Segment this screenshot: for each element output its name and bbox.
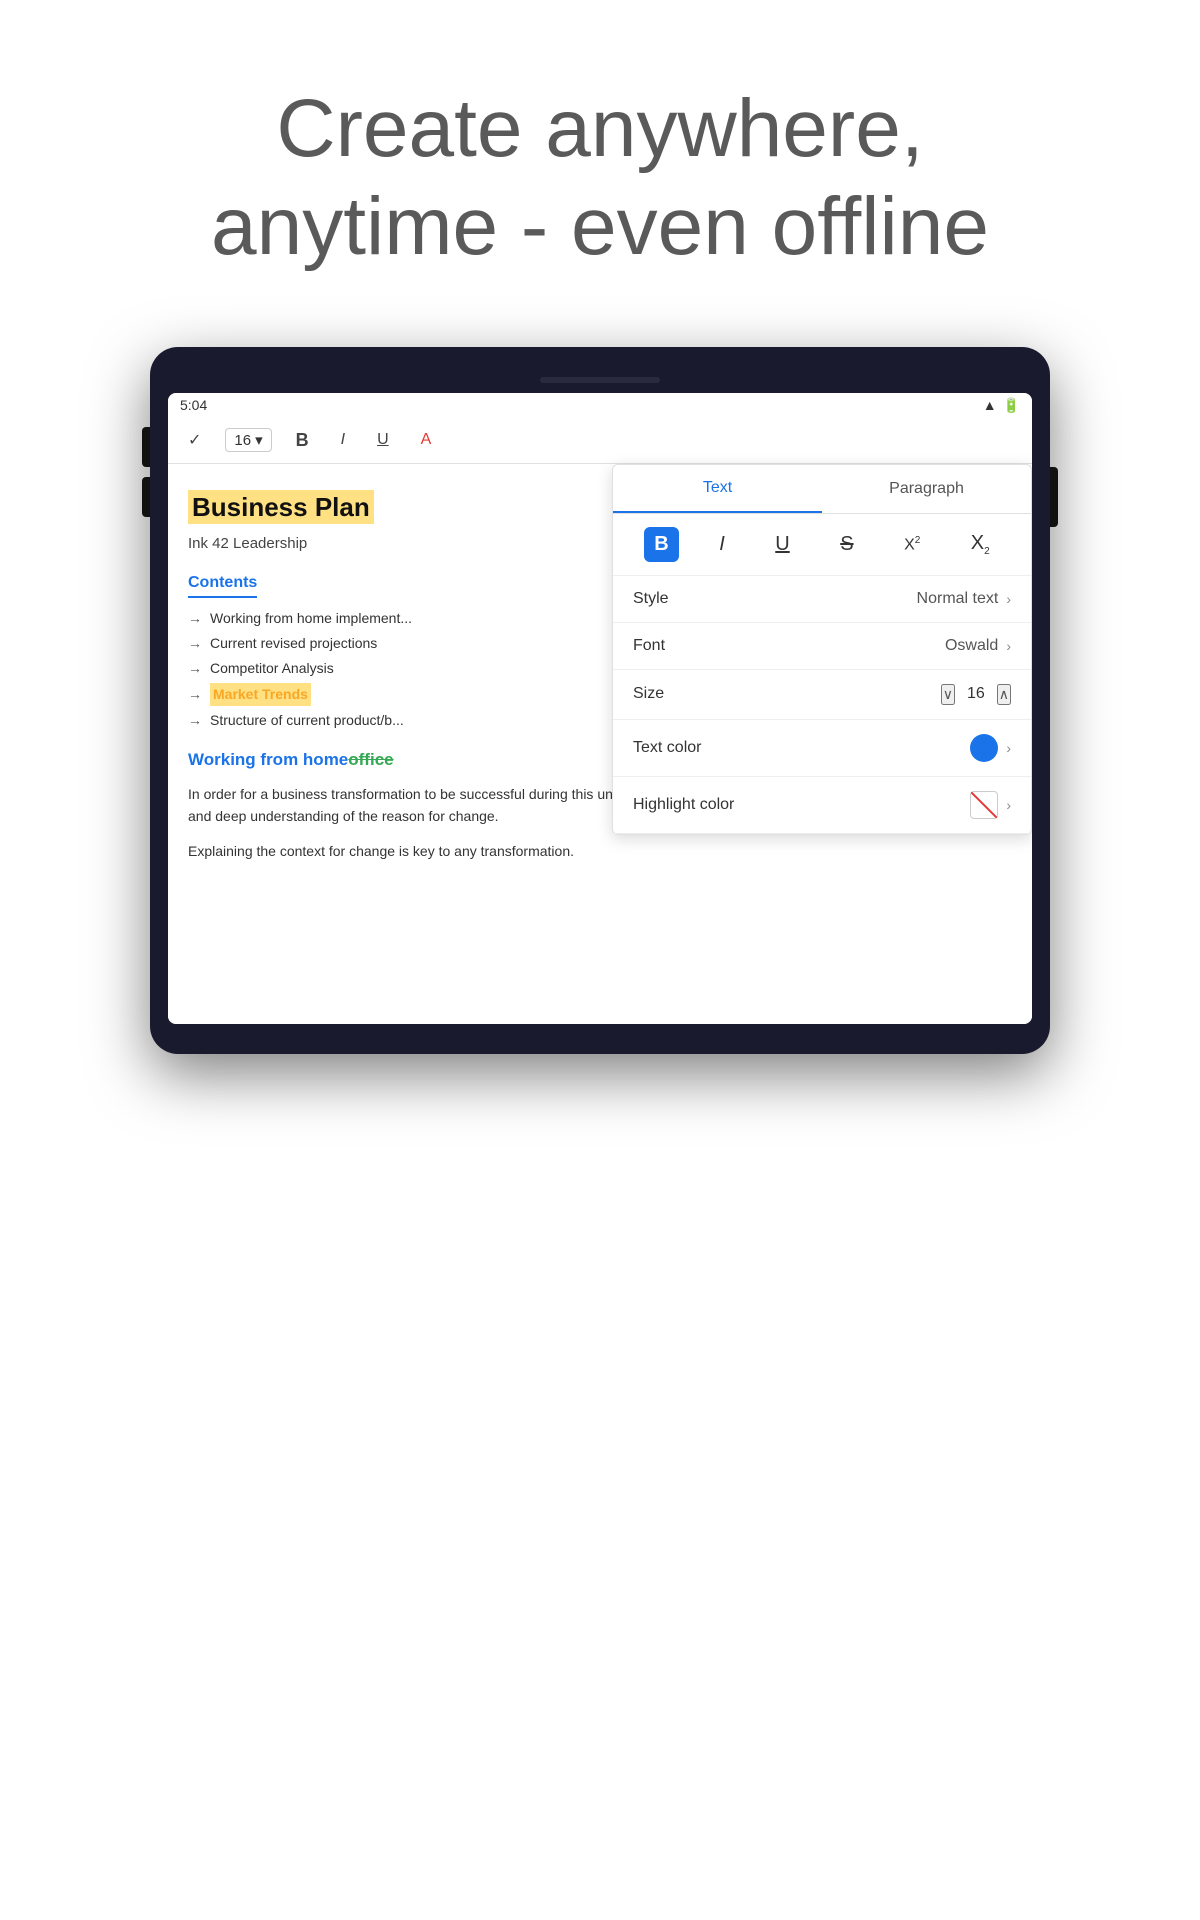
chevron-right-icon: ›	[1006, 797, 1011, 813]
tablet-wrapper: 5:04 ▲ 🔋 ✓ 16 ▾ B I U A	[150, 347, 1050, 1054]
font-color-button[interactable]: A	[413, 427, 440, 453]
arrow-icon: →	[188, 608, 202, 629]
bold-format-button[interactable]: B	[644, 527, 678, 562]
highlight-color-row[interactable]: Highlight color ›	[613, 777, 1031, 834]
size-label: Size	[633, 685, 664, 703]
arrow-icon: →	[188, 710, 202, 731]
underline-button[interactable]: U	[369, 427, 397, 453]
status-icons: ▲ 🔋	[983, 397, 1020, 414]
style-label: Style	[633, 590, 669, 608]
status-bar: 5:04 ▲ 🔋	[168, 393, 1032, 418]
battery-icon: 🔋	[1003, 397, 1020, 414]
tablet-screen: 5:04 ▲ 🔋 ✓ 16 ▾ B I U A	[168, 393, 1032, 1024]
tab-text[interactable]: Text	[613, 465, 822, 513]
italic-button[interactable]: I	[333, 427, 353, 453]
tab-paragraph[interactable]: Paragraph	[822, 465, 1031, 513]
size-row: Size ∨ 16 ∧	[613, 670, 1031, 720]
arrow-icon: →	[188, 658, 202, 679]
status-time: 5:04	[180, 397, 207, 413]
size-increase-button[interactable]: ∧	[997, 684, 1011, 705]
strikethrough-format-button[interactable]: S	[830, 527, 863, 562]
size-controls: ∨ 16 ∧	[941, 684, 1011, 705]
highlight-color-label: Highlight color	[633, 796, 734, 814]
style-value-area: Normal text ›	[917, 590, 1011, 608]
text-color-circle	[970, 734, 998, 762]
underline-format-button[interactable]: U	[765, 527, 799, 562]
subscript-format-button[interactable]: X2	[961, 526, 1000, 563]
text-format-panel: Text Paragraph B I U S X2 X2 Style	[612, 464, 1032, 835]
panel-tabs: Text Paragraph	[613, 465, 1031, 514]
hero-title: Create anywhere, anytime - even offline	[211, 80, 989, 277]
body-paragraph-2: Explaining the context for change is key…	[188, 840, 1012, 862]
arrow-icon: →	[188, 633, 202, 654]
text-color-value-area: ›	[970, 734, 1011, 762]
contents-heading: Contents	[188, 571, 257, 598]
font-label: Font	[633, 637, 665, 655]
chevron-right-icon: ›	[1006, 638, 1011, 654]
size-value: 16	[967, 685, 985, 703]
style-value: Normal text	[917, 590, 999, 608]
bold-button[interactable]: B	[288, 426, 317, 455]
italic-format-button[interactable]: I	[709, 527, 735, 562]
text-color-row[interactable]: Text color ›	[613, 720, 1031, 777]
font-value-area: Oswald ›	[945, 637, 1011, 655]
superscript-format-button[interactable]: X2	[894, 529, 930, 560]
highlight-color-slash	[970, 791, 998, 819]
style-row[interactable]: Style Normal text ›	[613, 576, 1031, 623]
arrow-icon: →	[188, 684, 202, 705]
font-value: Oswald	[945, 637, 998, 655]
font-row[interactable]: Font Oswald ›	[613, 623, 1031, 670]
chevron-right-icon: ›	[1006, 591, 1011, 607]
tablet-device: 5:04 ▲ 🔋 ✓ 16 ▾ B I U A	[150, 347, 1050, 1054]
chevron-right-icon: ›	[1006, 740, 1011, 756]
main-toolbar: ✓ 16 ▾ B I U A	[168, 418, 1032, 464]
text-color-label: Text color	[633, 739, 701, 757]
format-buttons-row: B I U S X2 X2	[613, 514, 1031, 576]
font-size-selector[interactable]: 16 ▾	[225, 428, 271, 452]
highlight-color-value-area: ›	[970, 791, 1011, 819]
size-decrease-button[interactable]: ∨	[941, 684, 955, 705]
volume-button-2	[142, 477, 150, 517]
hero-section: Create anywhere, anytime - even offline	[151, 0, 1049, 337]
document-title: Business Plan	[188, 490, 374, 524]
volume-button-1	[142, 427, 150, 467]
document-area: Business Plan Ink 42 Leadership Contents…	[168, 464, 1032, 1024]
signal-icon: ▲	[983, 397, 997, 413]
check-button[interactable]: ✓	[180, 426, 209, 454]
